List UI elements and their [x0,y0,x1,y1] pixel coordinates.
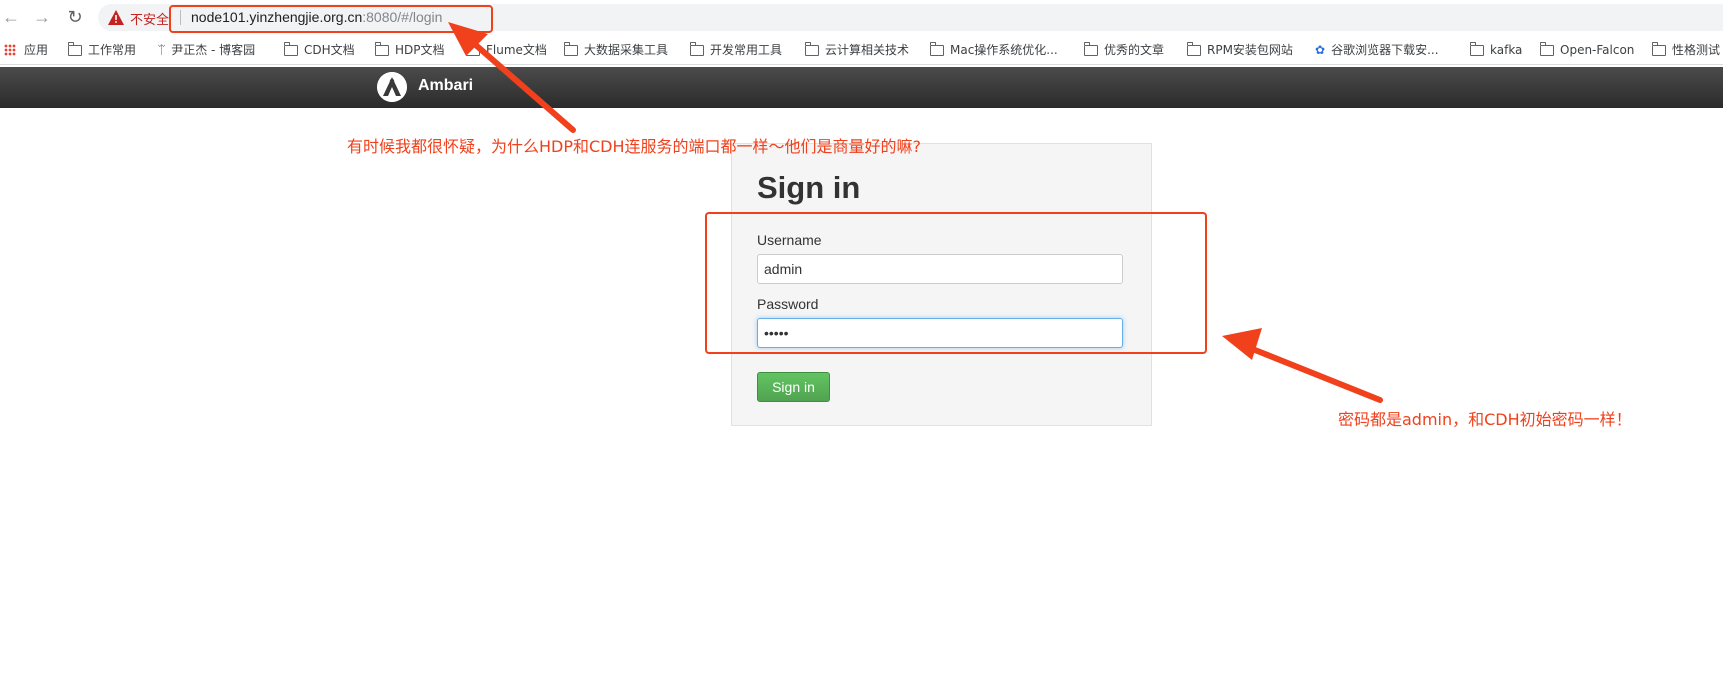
arrow-to-url [467,37,576,133]
arrow-to-credentials [1247,345,1383,403]
arrow-to-credentials-head [1222,328,1262,360]
annotation-side-note: 密码都是admin，和CDH初始密码一样！ [1338,410,1632,429]
annotation-arrows [448,22,1383,403]
annotation-top-note: 有时候我都很怀疑，为什么HDP和CDH连服务的端口都一样～他们是商量好的嘛? [347,137,922,156]
